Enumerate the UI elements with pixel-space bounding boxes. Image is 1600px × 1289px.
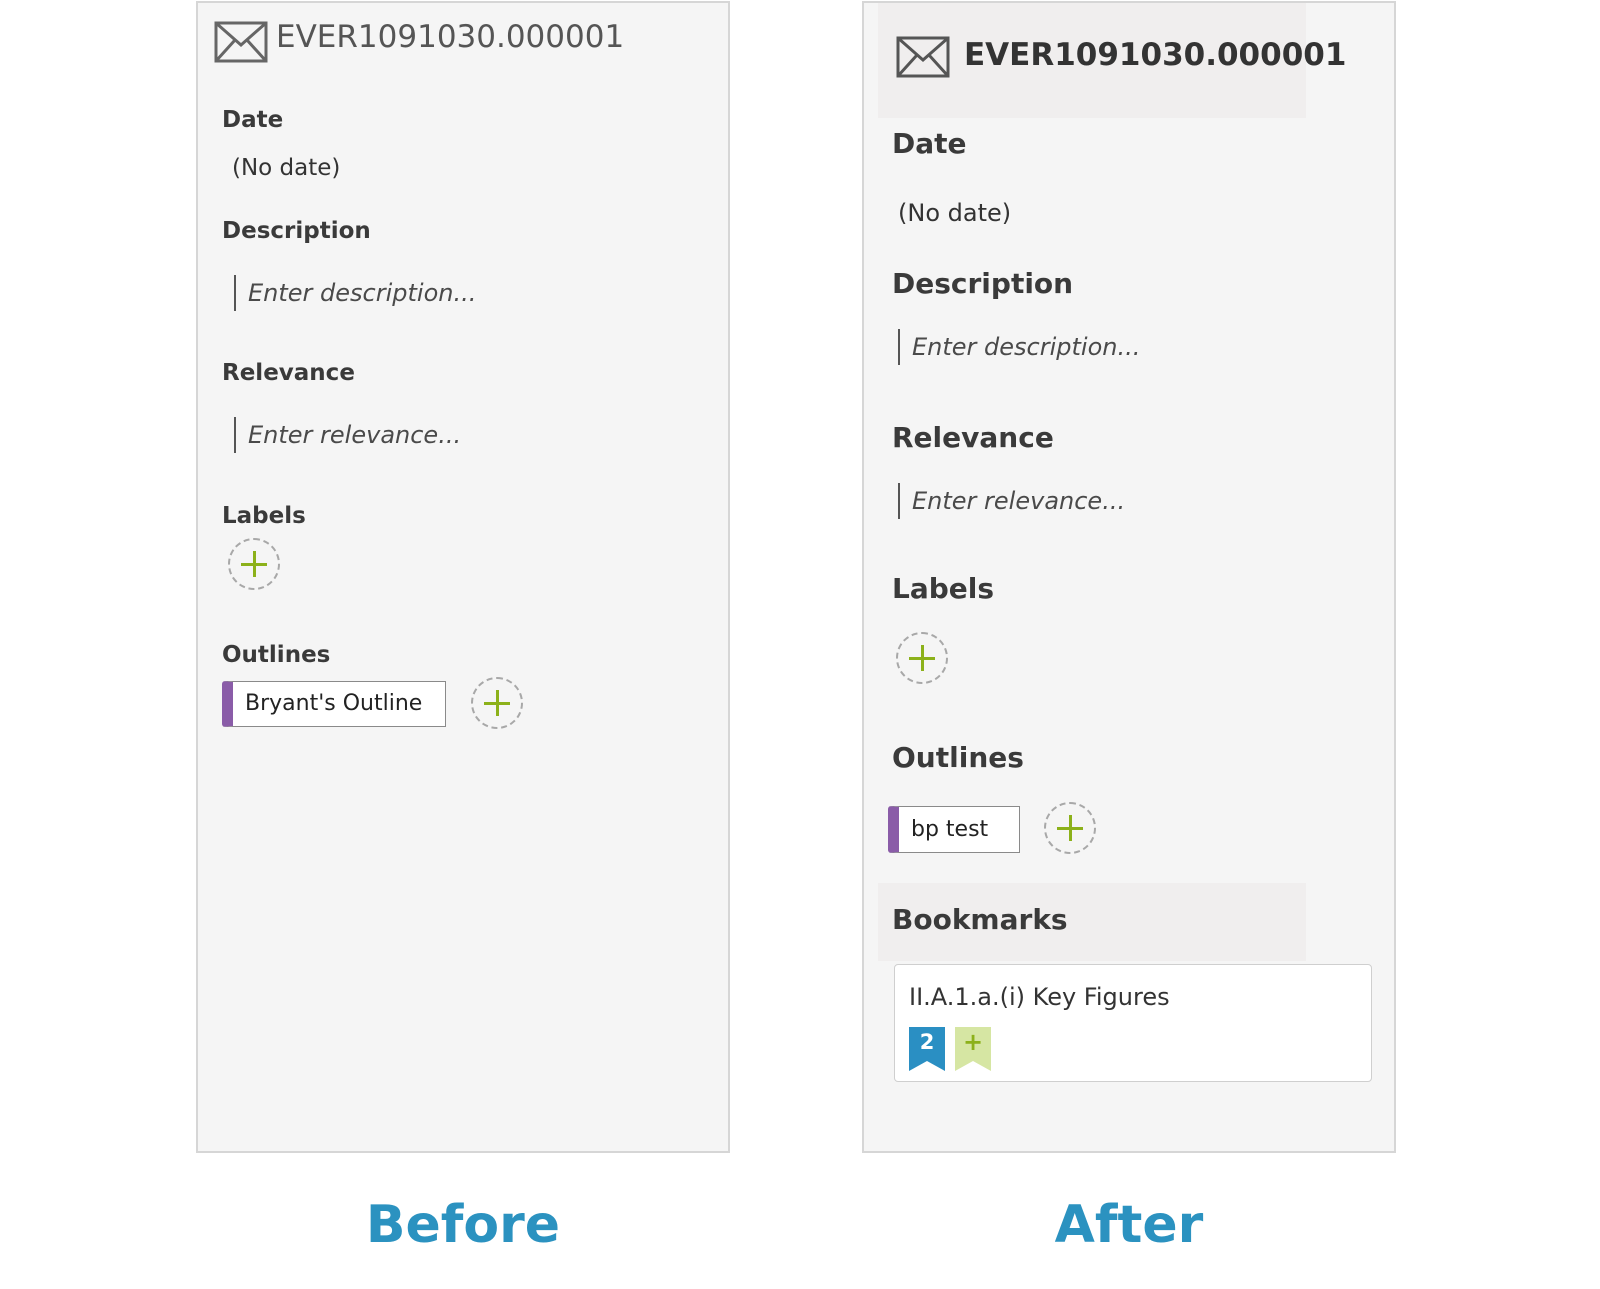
envelope-icon [896, 36, 950, 78]
date-label: Date [892, 127, 967, 160]
relevance-label: Relevance [892, 421, 1054, 454]
panel-after: EVER1091030.000001 Date (No date) Descri… [862, 1, 1396, 1153]
labels-label: Labels [222, 503, 306, 529]
bookmark-add-icon[interactable]: + [955, 1027, 991, 1071]
outlines-label: Outlines [222, 642, 331, 668]
labels-label: Labels [892, 572, 995, 605]
bookmark-add-symbol: + [962, 1028, 984, 1056]
bookmark-title: II.A.1.a.(i) Key Figures [909, 983, 1170, 1011]
caption-after: After [1054, 1195, 1204, 1255]
add-label-icon[interactable] [896, 632, 948, 684]
bookmark-card[interactable]: II.A.1.a.(i) Key Figures 2 + [894, 964, 1372, 1082]
relevance-input[interactable]: Enter relevance... [898, 483, 1125, 519]
date-label: Date [222, 107, 284, 133]
description-label: Description [892, 267, 1074, 300]
outlines-label: Outlines [892, 741, 1024, 774]
description-input[interactable]: Enter description... [898, 329, 1140, 365]
description-input[interactable]: Enter description... [234, 275, 476, 311]
date-value: (No date) [232, 155, 341, 181]
outline-chip[interactable]: Bryant's Outline [222, 681, 446, 727]
outline-chip[interactable]: bp test [888, 806, 1020, 853]
document-id: EVER1091030.000001 [964, 37, 1347, 73]
description-label: Description [222, 218, 371, 244]
add-outline-icon[interactable] [471, 677, 523, 729]
document-id: EVER1091030.000001 [276, 19, 625, 55]
relevance-label: Relevance [222, 360, 355, 386]
add-label-icon[interactable] [228, 538, 280, 590]
bookmarks-label: Bookmarks [892, 903, 1068, 936]
relevance-input[interactable]: Enter relevance... [234, 417, 461, 453]
add-outline-icon[interactable] [1044, 802, 1096, 854]
panel-before: EVER1091030.000001 Date (No date) Descri… [196, 1, 730, 1153]
envelope-icon [214, 21, 268, 63]
bookmark-count: 2 [919, 1030, 935, 1054]
caption-before: Before [365, 1195, 561, 1255]
date-value: (No date) [898, 199, 1012, 227]
bookmark-count-icon[interactable]: 2 [909, 1027, 945, 1071]
